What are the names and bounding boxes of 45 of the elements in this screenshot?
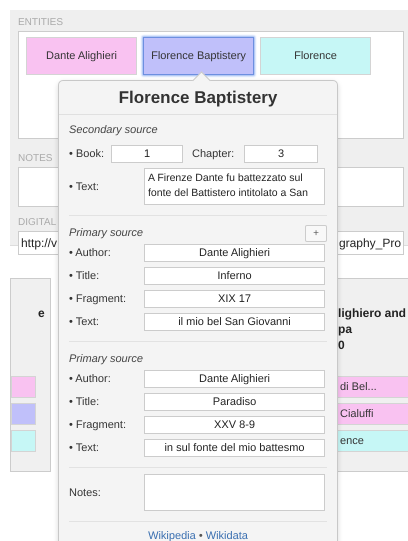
card-title: 0 (337, 337, 346, 353)
external-link[interactable]: Wikipedia (148, 530, 196, 541)
field-label: Notes: (69, 486, 102, 498)
text-field[interactable]: A Firenze Dante fu battezzato sul fonte del Battistero intitolato a San (144, 168, 325, 205)
text-field[interactable]: XXV 8-9 (144, 416, 325, 434)
text-field[interactable]: il mio bel San Giovanni (144, 313, 325, 331)
field-label: • Text: (69, 442, 100, 454)
text-field[interactable]: Dante Alighieri (144, 244, 325, 262)
add-button[interactable]: + (305, 224, 327, 242)
text-field[interactable]: Paradiso (144, 393, 325, 411)
entity-chip[interactable] (11, 430, 36, 452)
field-label: • Fragment: (69, 293, 128, 305)
entity-chip[interactable] (11, 376, 36, 398)
field-label: • Text: (69, 180, 100, 192)
text-field[interactable]: XIX 17 (144, 290, 325, 308)
card-title: lighiero and (337, 305, 408, 321)
field-label: • Title: (69, 396, 100, 408)
field-label: • Title: (69, 270, 100, 282)
text-field[interactable]: in sul fonte del mio battesmo (144, 439, 325, 457)
entity-chip[interactable]: Dante Alighieri (26, 37, 137, 75)
section-heading: Secondary source (69, 124, 158, 136)
text-field[interactable]: Dante Alighieri (144, 370, 325, 388)
field-label: • Author: (69, 247, 112, 259)
entity-chip[interactable] (11, 403, 36, 425)
section-label: ENTITIES (18, 17, 64, 29)
field-label: • Book: (69, 148, 106, 160)
popover-title: Florence Baptistery (59, 81, 337, 115)
entity-chip[interactable]: Florence (260, 37, 371, 75)
section-label: NOTES (18, 153, 52, 165)
entity-chip[interactable]: Florence Baptistery (143, 37, 254, 75)
section-heading: Primary source (69, 227, 143, 239)
text-field[interactable]: Inferno (144, 267, 325, 285)
field-label: Chapter: (191, 148, 236, 160)
link-separator: • (198, 530, 204, 541)
card-title: pa (337, 321, 354, 337)
book-field[interactable]: 1 (111, 145, 183, 163)
field-label: • Text: (69, 316, 100, 328)
chapter-field[interactable]: 3 (244, 145, 318, 163)
card-title: e (37, 305, 46, 321)
section-heading: Primary source (69, 353, 143, 365)
notes-field[interactable] (144, 474, 325, 511)
external-link[interactable]: Wikidata (206, 530, 248, 541)
section-label: DIGITAL (18, 217, 56, 229)
field-label: • Fragment: (69, 419, 128, 431)
field-label: • Author: (69, 373, 112, 385)
